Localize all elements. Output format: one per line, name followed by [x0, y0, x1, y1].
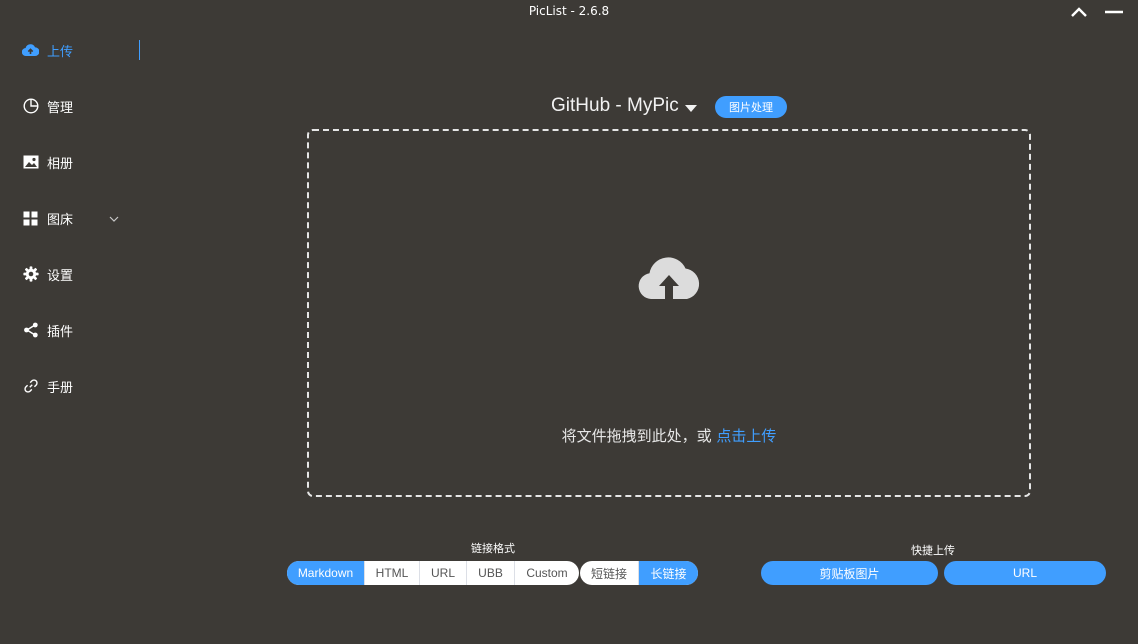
- sidebar-item-gallery[interactable]: 相册: [22, 151, 73, 173]
- sidebar-item-settings[interactable]: 设置: [22, 263, 73, 285]
- image-process-button[interactable]: 图片处理: [715, 96, 787, 118]
- sidebar-item-label: 手册: [47, 380, 74, 396]
- sidebar-item-manage[interactable]: 管理: [22, 95, 73, 117]
- picbed-selector[interactable]: GitHub - MyPic: [551, 94, 697, 118]
- minus-icon: [1105, 10, 1123, 14]
- dropzone-hint: 将文件拖拽到此处，或 点击上传: [309, 425, 1029, 446]
- sidebar-item-plugins[interactable]: 插件: [22, 319, 73, 341]
- gear-icon: [22, 266, 39, 283]
- sidebar-item-upload[interactable]: 上传: [22, 39, 73, 61]
- url-upload-button[interactable]: URL: [944, 561, 1106, 585]
- sidebar-item-label: 管理: [47, 100, 74, 116]
- link-format-label: 链接格式: [471, 542, 515, 555]
- cloud-upload-icon: [637, 251, 703, 303]
- format-option-custom[interactable]: Custom: [514, 561, 579, 585]
- format-option-ubb[interactable]: UBB: [466, 561, 514, 585]
- dropzone-text: 将文件拖拽到此处，或: [561, 427, 717, 445]
- sidebar-item-picbed[interactable]: 图床: [22, 207, 122, 229]
- grid-icon: [22, 210, 39, 227]
- app-window: PicList - 2.6.8 上传 管理 相册 图床 设置 插件 手册 Git…: [0, 0, 1138, 644]
- click-upload-link[interactable]: 点击上传: [716, 427, 776, 445]
- sidebar: 上传 管理 相册 图床 设置 插件 手册: [0, 24, 140, 424]
- link-length-selector: 短链接 长链接: [580, 561, 698, 585]
- short-link-option[interactable]: 短链接: [580, 561, 638, 585]
- share-icon: [22, 322, 39, 339]
- sidebar-item-label: 图床: [47, 212, 74, 228]
- picture-icon: [22, 154, 39, 171]
- link-icon: [22, 378, 39, 395]
- sidebar-item-docs[interactable]: 手册: [22, 375, 73, 397]
- picbed-title: GitHub - MyPic: [551, 95, 679, 116]
- sidebar-item-label: 相册: [47, 156, 74, 172]
- sidebar-item-label: 设置: [47, 268, 74, 284]
- quick-upload-label: 快捷上传: [911, 544, 955, 557]
- format-option-html[interactable]: HTML: [364, 561, 419, 585]
- title-bar: PicList - 2.6.8: [0, 0, 1138, 24]
- format-option-markdown[interactable]: Markdown: [287, 561, 364, 585]
- clipboard-upload-button[interactable]: 剪贴板图片: [761, 561, 938, 585]
- cloud-upload-icon: [22, 42, 39, 59]
- minimize-window-button[interactable]: [1103, 2, 1125, 22]
- upload-dropzone[interactable]: 将文件拖拽到此处，或 点击上传: [307, 129, 1031, 497]
- collapse-window-button[interactable]: [1068, 2, 1090, 22]
- pie-chart-icon: [22, 98, 39, 115]
- sidebar-divider: [139, 40, 140, 60]
- format-option-url[interactable]: URL: [419, 561, 466, 585]
- long-link-option[interactable]: 长链接: [638, 561, 698, 585]
- caret-down-icon: [684, 98, 697, 117]
- chevron-up-icon: [1071, 7, 1087, 17]
- window-title: PicList - 2.6.8: [528, 4, 610, 18]
- sidebar-item-label: 上传: [47, 44, 74, 60]
- link-format-selector: Markdown HTML URL UBB Custom: [287, 561, 579, 585]
- chevron-down-icon: [108, 210, 120, 229]
- sidebar-item-label: 插件: [47, 324, 74, 340]
